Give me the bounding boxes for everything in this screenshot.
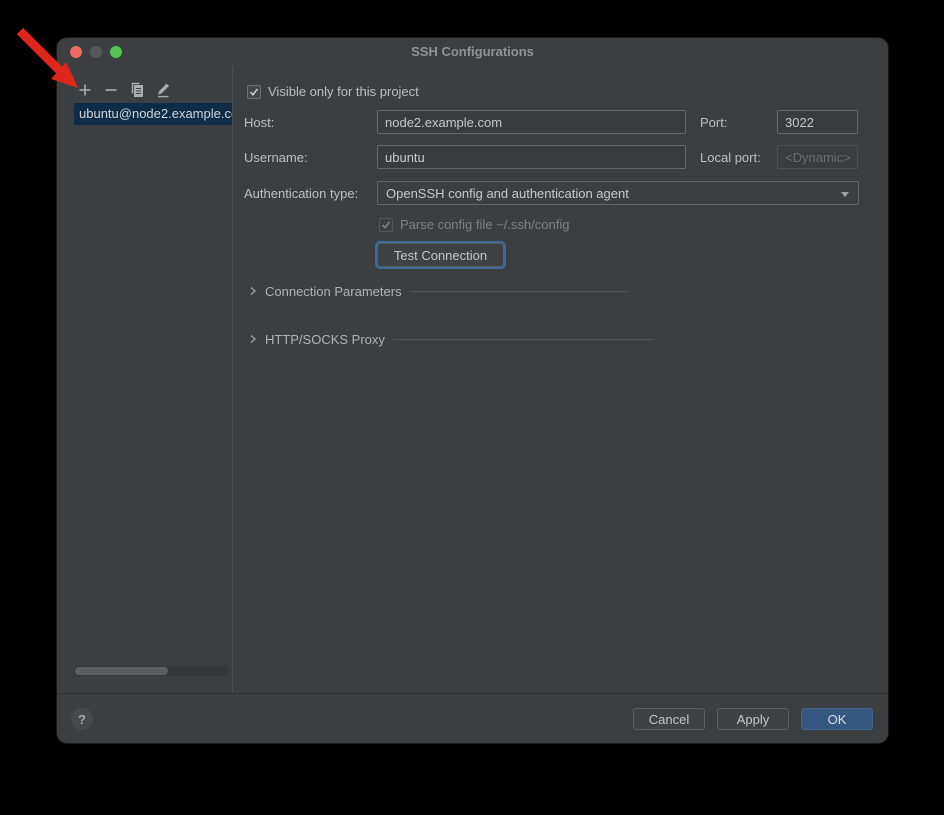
plus-icon <box>77 82 93 98</box>
dialog-footer: ? Cancel Apply OK <box>57 693 888 743</box>
http-socks-proxy-section[interactable]: HTTP/SOCKS Proxy <box>247 330 653 348</box>
host-input[interactable] <box>377 110 686 134</box>
ssh-config-list-item[interactable]: ubuntu@node2.example.com <box>74 103 232 125</box>
scrollbar-thumb[interactable] <box>75 667 168 675</box>
username-input[interactable] <box>377 145 686 169</box>
local-port-input <box>777 145 858 169</box>
host-label: Host: <box>244 115 274 130</box>
ok-button[interactable]: OK <box>801 708 873 730</box>
auth-type-value: OpenSSH config and authentication agent <box>386 186 629 201</box>
cancel-button[interactable]: Cancel <box>633 708 705 730</box>
parse-config-checkbox-row: Parse config file ~/.ssh/config <box>379 217 569 232</box>
remove-button[interactable] <box>103 82 119 98</box>
parse-config-checkbox <box>379 218 393 232</box>
chevron-right-icon <box>247 285 259 297</box>
parse-config-label: Parse config file ~/.ssh/config <box>400 217 569 232</box>
ssh-configurations-dialog: SSH Configurations <box>57 38 888 743</box>
port-label: Port: <box>700 115 727 130</box>
visible-only-checkbox-row[interactable]: Visible only for this project <box>247 84 419 99</box>
auth-type-label: Authentication type: <box>244 186 358 201</box>
sidebar-toolbar <box>77 82 171 98</box>
edit-button[interactable] <box>155 82 171 98</box>
visible-only-label: Visible only for this project <box>268 84 419 99</box>
port-input[interactable] <box>777 110 858 134</box>
sidebar-horizontal-scrollbar[interactable] <box>74 666 230 676</box>
local-port-label: Local port: <box>700 150 761 165</box>
dialog-title: SSH Configurations <box>57 44 888 59</box>
title-bar: SSH Configurations <box>57 38 888 66</box>
section-label: HTTP/SOCKS Proxy <box>265 332 385 347</box>
section-divider <box>410 291 628 292</box>
connection-parameters-section[interactable]: Connection Parameters <box>247 282 628 300</box>
apply-button[interactable]: Apply <box>717 708 789 730</box>
username-label: Username: <box>244 150 308 165</box>
pencil-icon <box>155 82 171 98</box>
checkmark-icon <box>249 87 259 97</box>
ssh-config-form: Visible only for this project Host: Port… <box>234 66 888 693</box>
section-label: Connection Parameters <box>265 284 402 299</box>
test-connection-button[interactable]: Test Connection <box>377 243 504 267</box>
chevron-right-icon <box>247 333 259 345</box>
configurations-sidebar: ubuntu@node2.example.com <box>57 66 233 693</box>
copy-button[interactable] <box>129 82 145 98</box>
help-button[interactable]: ? <box>71 708 93 730</box>
minus-icon <box>103 82 119 98</box>
add-button[interactable] <box>77 82 93 98</box>
checkmark-icon <box>381 220 391 230</box>
section-divider <box>393 339 653 340</box>
auth-type-select[interactable]: OpenSSH config and authentication agent <box>377 181 859 205</box>
visible-only-checkbox[interactable] <box>247 85 261 99</box>
chevron-down-icon <box>841 192 849 197</box>
copy-icon <box>129 82 145 98</box>
